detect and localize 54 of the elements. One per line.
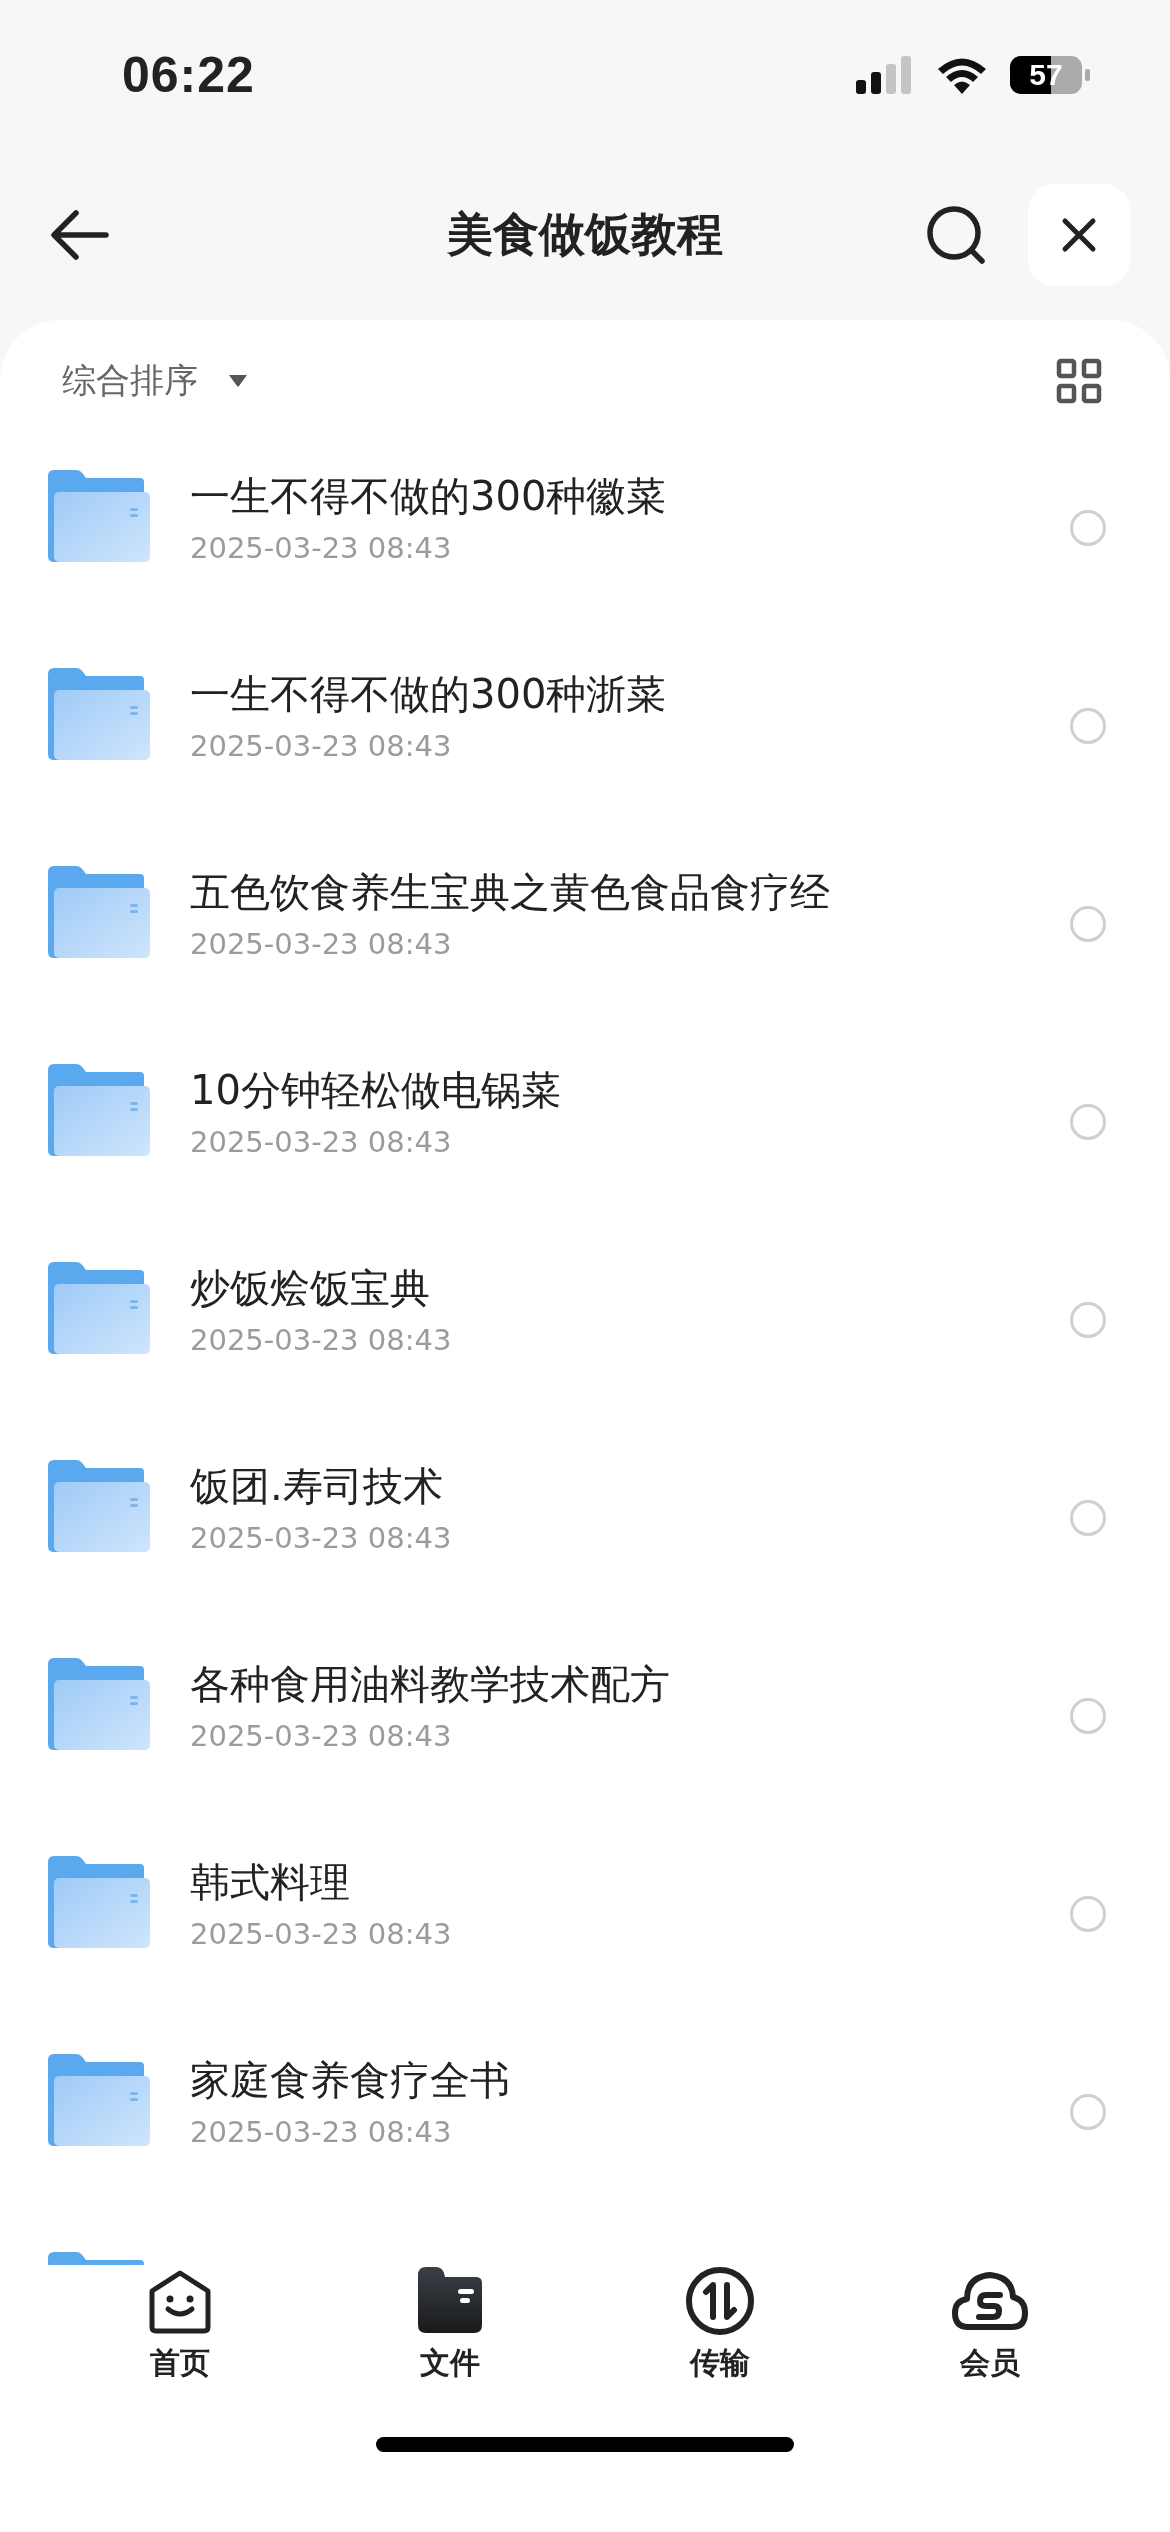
folder-icon (48, 1262, 150, 1354)
select-radio[interactable] (1070, 510, 1106, 546)
select-radio[interactable] (1070, 2094, 1106, 2130)
folder-name: 一生不得不做的300种徽菜 (190, 472, 668, 521)
modified-date: 2025-03-23 08:43 (190, 728, 453, 765)
sort-dropdown[interactable]: 综合排序 (62, 357, 248, 404)
select-radio[interactable] (1070, 1104, 1106, 1140)
tab-item[interactable]: 传输 (585, 2265, 855, 2400)
select-radio[interactable] (1070, 1896, 1106, 1932)
select-radio[interactable] (1070, 1302, 1106, 1338)
folder-name: 10分钟轻松做电锅菜 (190, 1066, 562, 1115)
grid-view-icon[interactable] (1056, 357, 1102, 404)
modified-date: 2025-03-23 08:43 (190, 1322, 453, 1359)
tab-item[interactable]: 首页 (45, 2265, 315, 2400)
wifi-icon (936, 56, 988, 94)
modified-date: 2025-03-23 08:43 (190, 1916, 453, 1953)
modified-date: 2025-03-23 08:43 (190, 1718, 453, 1755)
back-button[interactable] (50, 209, 110, 261)
folder-icon (48, 668, 150, 760)
folder-icon (48, 1064, 150, 1156)
modified-date: 2025-03-23 08:43 (190, 530, 453, 567)
folder-name: 家庭食养食疗全书 (190, 2056, 511, 2105)
modified-date: 2025-03-23 08:43 (190, 1124, 453, 1161)
folder-name: 五色饮食养生宝典之黄色食品食疗经 (190, 868, 831, 917)
page-title: 美食做饭教程 (447, 206, 723, 263)
search-button[interactable] (926, 205, 986, 265)
folder-icon (48, 2054, 150, 2146)
tab-item[interactable]: 会员 (855, 2265, 1125, 2400)
folder-icon (48, 470, 150, 562)
back-arrow-icon (50, 209, 110, 261)
folder-name: 一生不得不做的300种浙菜 (190, 670, 668, 719)
folder-name: 饭团.寿司技术 (190, 1462, 444, 1511)
folder-icon (48, 1658, 150, 1750)
folder-icon (48, 1856, 150, 1948)
search-icon (926, 205, 986, 265)
folder-name: 韩式料理 (190, 1858, 351, 1907)
close-icon (1061, 217, 1097, 253)
folder-icon (48, 866, 150, 958)
signal-icon (856, 56, 914, 94)
transfer-icon (684, 2265, 756, 2337)
select-radio[interactable] (1070, 708, 1106, 744)
modified-date: 2025-03-23 08:43 (190, 2114, 453, 2151)
close-button[interactable] (1028, 184, 1130, 286)
modified-date: 2025-03-23 08:43 (190, 926, 453, 963)
select-radio[interactable] (1070, 906, 1106, 942)
caret-icon (228, 373, 248, 388)
select-radio[interactable] (1070, 1500, 1106, 1536)
folder-icon (48, 1460, 150, 1552)
modified-date: 2025-03-23 08:43 (190, 1520, 453, 1557)
select-radio[interactable] (1070, 1698, 1106, 1734)
tab-item[interactable]: 文件 (315, 2265, 585, 2400)
folder-name: 炒饭烩饭宝典 (190, 1264, 431, 1313)
status-time: 06:22 (122, 46, 255, 104)
folder-name: 各种食用油料教学技术配方 (190, 1660, 671, 1709)
